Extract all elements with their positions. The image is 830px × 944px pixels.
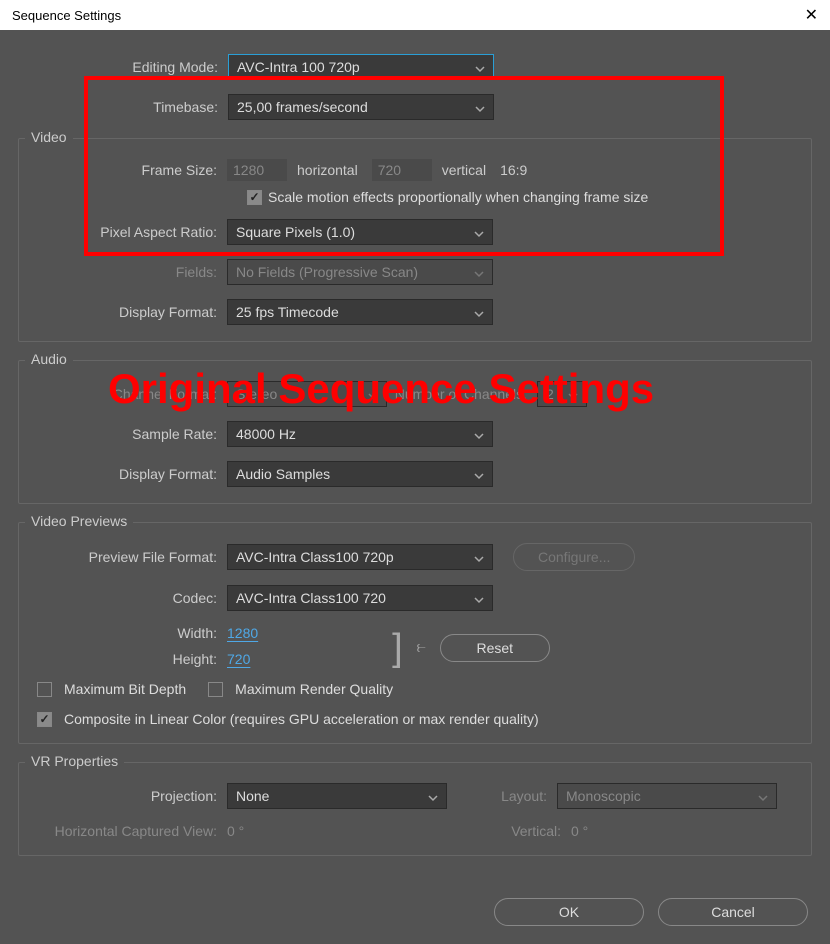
frame-height-input: 720 xyxy=(372,159,432,181)
scale-motion-label: Scale motion effects proportionally when… xyxy=(268,189,648,205)
chevron-down-icon xyxy=(428,790,438,806)
vertical-label: vertical xyxy=(442,162,486,178)
fields-label: Fields: xyxy=(31,264,227,280)
vr-group: VR Properties Projection: None Layout: M… xyxy=(18,762,812,856)
codec-dropdown[interactable]: AVC-Intra Class100 720 xyxy=(227,585,493,611)
chevron-down-icon xyxy=(474,468,484,484)
cancel-button[interactable]: Cancel xyxy=(658,898,808,926)
link-icon[interactable]: ⥼ xyxy=(417,639,426,657)
close-icon[interactable]: ✕ xyxy=(805,5,818,25)
chevron-down-icon xyxy=(474,226,484,242)
chevron-down-icon xyxy=(568,388,578,404)
preview-file-format-label: Preview File Format: xyxy=(31,549,227,565)
configure-button: Configure... xyxy=(513,543,635,571)
max-bit-depth-label: Maximum Bit Depth xyxy=(64,681,186,697)
chevron-down-icon xyxy=(368,388,378,404)
audio-display-format-dropdown[interactable]: Audio Samples xyxy=(227,461,493,487)
aspect-label: 16:9 xyxy=(500,162,527,178)
projection-label: Projection: xyxy=(31,788,227,804)
max-render-quality-checkbox[interactable] xyxy=(208,682,223,697)
composite-linear-label: Composite in Linear Color (requires GPU … xyxy=(64,711,539,727)
sample-rate-dropdown[interactable]: 48000 Hz xyxy=(227,421,493,447)
dialog-footer: OK Cancel xyxy=(494,898,808,926)
max-bit-depth-checkbox[interactable] xyxy=(37,682,52,697)
layout-dropdown: Monoscopic xyxy=(557,783,777,809)
scale-motion-checkbox[interactable] xyxy=(247,190,262,205)
reset-button[interactable]: Reset xyxy=(440,634,550,662)
audio-group: Audio Channel Format: Stereo Number of C… xyxy=(18,360,812,504)
vr-vertical-value: 0 ° xyxy=(571,823,588,839)
preview-file-format-dropdown[interactable]: AVC-Intra Class100 720p xyxy=(227,544,493,570)
fields-dropdown: No Fields (Progressive Scan) xyxy=(227,259,493,285)
vr-legend: VR Properties xyxy=(25,753,124,769)
editing-mode-dropdown[interactable]: AVC-Intra 100 720p xyxy=(228,54,494,80)
par-label: Pixel Aspect Ratio: xyxy=(31,224,227,240)
num-channels-label: Number of Channels: xyxy=(387,386,537,402)
video-display-format-dropdown[interactable]: 25 fps Timecode xyxy=(227,299,493,325)
audio-legend: Audio xyxy=(25,351,73,367)
chevron-down-icon xyxy=(474,551,484,567)
horizontal-label: horizontal xyxy=(297,162,358,178)
video-legend: Video xyxy=(25,129,73,145)
bracket-icon: ] xyxy=(392,635,403,662)
preview-width-label: Width: xyxy=(31,625,227,641)
chevron-down-icon xyxy=(475,61,485,77)
channel-format-dropdown: Stereo xyxy=(227,381,387,407)
audio-display-format-label: Display Format: xyxy=(31,466,227,482)
max-render-quality-label: Maximum Render Quality xyxy=(235,681,393,697)
sample-rate-label: Sample Rate: xyxy=(31,426,227,442)
preview-width-value[interactable]: 1280 xyxy=(227,625,258,641)
preview-height-label: Height: xyxy=(31,651,227,667)
par-dropdown[interactable]: Square Pixels (1.0) xyxy=(227,219,493,245)
chevron-down-icon xyxy=(474,592,484,608)
codec-label: Codec: xyxy=(31,590,227,606)
title-bar: Sequence Settings ✕ xyxy=(0,0,830,30)
editing-mode-label: Editing Mode: xyxy=(18,59,228,75)
frame-width-input: 1280 xyxy=(227,159,287,181)
chevron-down-icon xyxy=(475,101,485,117)
ok-button[interactable]: OK xyxy=(494,898,644,926)
timebase-label: Timebase: xyxy=(18,99,228,115)
previews-group: Video Previews Preview File Format: AVC-… xyxy=(18,522,812,744)
frame-size-label: Frame Size: xyxy=(31,162,227,178)
chevron-down-icon xyxy=(758,790,768,806)
hcv-label: Horizontal Captured View: xyxy=(31,823,227,839)
chevron-down-icon xyxy=(474,428,484,444)
layout-label: Layout: xyxy=(447,788,557,804)
previews-legend: Video Previews xyxy=(25,513,133,529)
chevron-down-icon xyxy=(474,306,484,322)
hcv-value: 0 ° xyxy=(227,823,447,839)
channel-format-label: Channel Format: xyxy=(31,386,227,402)
vr-vertical-label: Vertical: xyxy=(461,823,571,839)
projection-dropdown[interactable]: None xyxy=(227,783,447,809)
window-title: Sequence Settings xyxy=(12,8,121,23)
num-channels-dropdown: 2 xyxy=(537,381,587,407)
timebase-dropdown[interactable]: 25,00 frames/second xyxy=(228,94,494,120)
video-display-format-label: Display Format: xyxy=(31,304,227,320)
chevron-down-icon xyxy=(474,266,484,282)
composite-linear-checkbox[interactable] xyxy=(37,712,52,727)
video-group: Video Frame Size: 1280 horizontal 720 ve… xyxy=(18,138,812,342)
preview-height-value[interactable]: 720 xyxy=(227,651,250,667)
